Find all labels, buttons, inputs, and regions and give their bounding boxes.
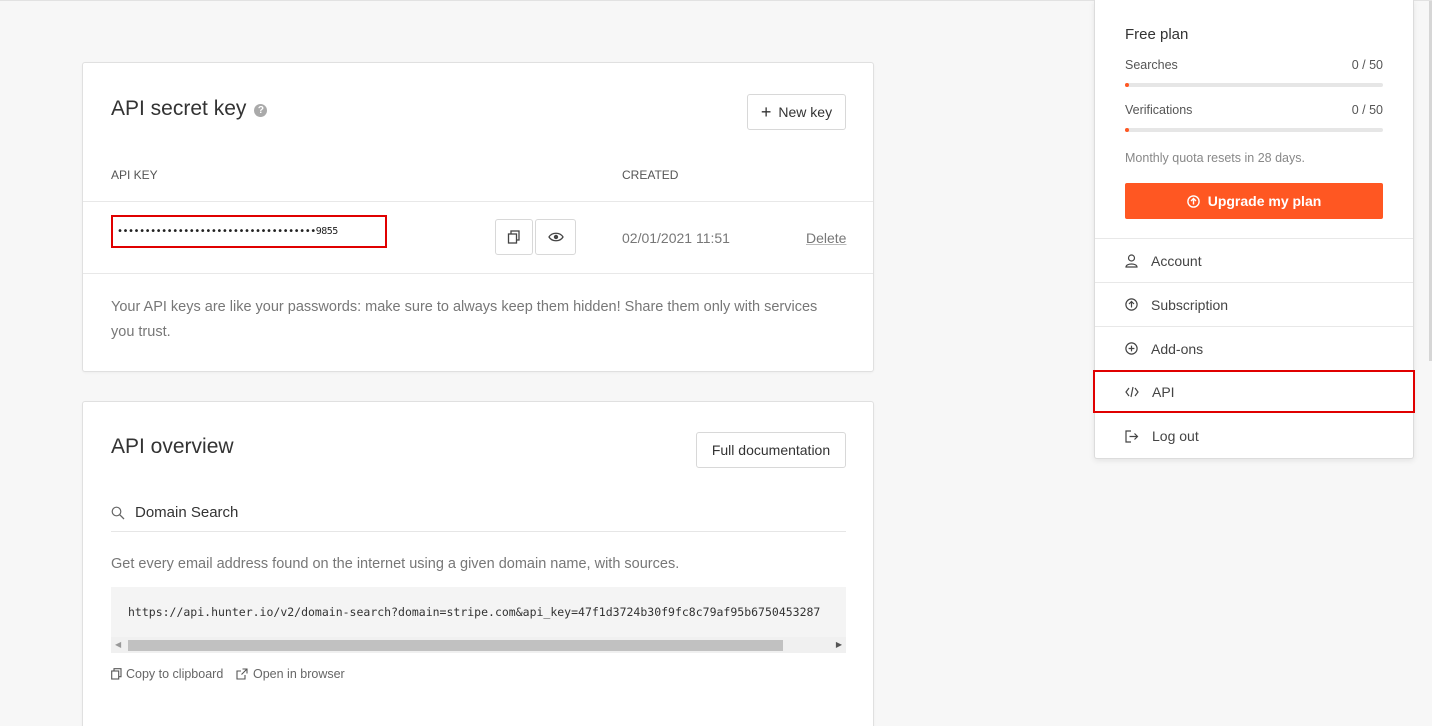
eye-icon (547, 232, 564, 242)
example-url[interactable]: https://api.hunter.io/v2/domain-search?d… (128, 605, 820, 619)
security-note: Your API keys are like your passwords: m… (111, 299, 818, 340)
overview-title: API overview (111, 435, 234, 458)
menu-item-account-label: Account (1151, 252, 1202, 269)
searches-label: Searches (1125, 58, 1178, 72)
full-documentation-button[interactable]: Full documentation (696, 432, 846, 468)
api-overview-card: API overview Full documentation Domain S… (82, 401, 874, 726)
divider (111, 531, 846, 532)
masked-key-value[interactable]: ••••••••••••••••••••••••••••••••••••9855 (111, 215, 387, 248)
searches-value: 0 / 50 (1351, 58, 1383, 72)
menu-item-subscription-label: Subscription (1151, 296, 1229, 313)
user-icon (1125, 253, 1138, 268)
reveal-key-button[interactable] (535, 219, 576, 255)
new-key-label: New key (778, 104, 833, 120)
code-icon (1125, 386, 1139, 397)
masked-key-text: ••••••••••••••••••••••••••••••••••••9855 (117, 226, 338, 237)
new-key-button[interactable]: + New key (747, 94, 846, 130)
menu-item-account[interactable]: Account (1095, 238, 1413, 282)
col-api-key: API KEY (111, 168, 158, 182)
menu-item-api[interactable]: API (1093, 370, 1415, 413)
searches-bar-fill (1125, 83, 1129, 87)
plus-icon: + (760, 102, 772, 122)
divider (83, 201, 873, 202)
scroll-right-icon[interactable]: ▶ (836, 640, 842, 649)
divider (83, 273, 873, 274)
verifications-bar-fill (1125, 128, 1129, 132)
menu-item-addons[interactable]: Add-ons (1095, 326, 1413, 370)
logout-icon (1125, 429, 1139, 443)
scroll-left-icon[interactable]: ◀ (115, 640, 121, 649)
verifications-label: Verifications (1125, 103, 1193, 117)
copy-icon (507, 230, 520, 244)
open-in-browser-link[interactable]: Open in browser (236, 667, 345, 681)
arrow-up-circle-icon (1186, 194, 1200, 208)
search-icon (111, 506, 125, 519)
help-icon[interactable]: ? (254, 104, 268, 117)
menu-item-addons-label: Add-ons (1151, 340, 1204, 357)
verifications-bar (1125, 128, 1383, 132)
api-secret-key-card: API secret key ? + New key API KEY CREAT… (82, 62, 874, 372)
menu-item-subscription[interactable]: Subscription (1095, 282, 1413, 326)
secret-key-title: API secret key ? (111, 97, 268, 121)
searches-bar (1125, 83, 1383, 87)
copy-to-clipboard-label: Copy to clipboard (126, 667, 224, 681)
copy-icon (111, 668, 122, 680)
menu-item-logout-label: Log out (1152, 428, 1199, 444)
verifications-value: 0 / 50 (1351, 103, 1383, 117)
domain-search-description: Get every email address found on the int… (111, 556, 680, 572)
external-link-icon (236, 668, 248, 680)
full-documentation-label: Full documentation (711, 442, 831, 458)
horizontal-scrollbar[interactable]: ◀ ▶ (111, 637, 846, 653)
scrollbar-thumb[interactable] (128, 640, 783, 651)
code-block: https://api.hunter.io/v2/domain-search?d… (111, 587, 846, 653)
upgrade-plan-button[interactable]: Upgrade my plan (1125, 183, 1383, 219)
menu-item-logout[interactable]: Log out (1095, 414, 1413, 458)
delete-link[interactable]: Delete (806, 230, 846, 246)
account-dropdown: Free plan Searches 0 / 50 Verifications … (1093, 0, 1415, 459)
created-date: 02/01/2021 11:51 (622, 230, 730, 246)
copy-to-clipboard-link[interactable]: Copy to clipboard (111, 667, 223, 681)
upgrade-plan-label: Upgrade my plan (1207, 193, 1322, 209)
col-created: CREATED (622, 168, 679, 182)
plus-circle-icon (1125, 342, 1138, 355)
arrow-up-circle-icon (1125, 298, 1138, 311)
plan-name: Free plan (1125, 26, 1189, 43)
domain-search-heading: Domain Search (111, 504, 238, 521)
quota-reset-note: Monthly quota resets in 28 days. (1125, 151, 1305, 165)
copy-key-button[interactable] (495, 219, 533, 255)
menu-item-api-label: API (1152, 383, 1175, 400)
secret-key-title-text: API secret key (111, 97, 247, 120)
open-in-browser-label: Open in browser (253, 667, 345, 681)
domain-search-title: Domain Search (135, 504, 239, 521)
